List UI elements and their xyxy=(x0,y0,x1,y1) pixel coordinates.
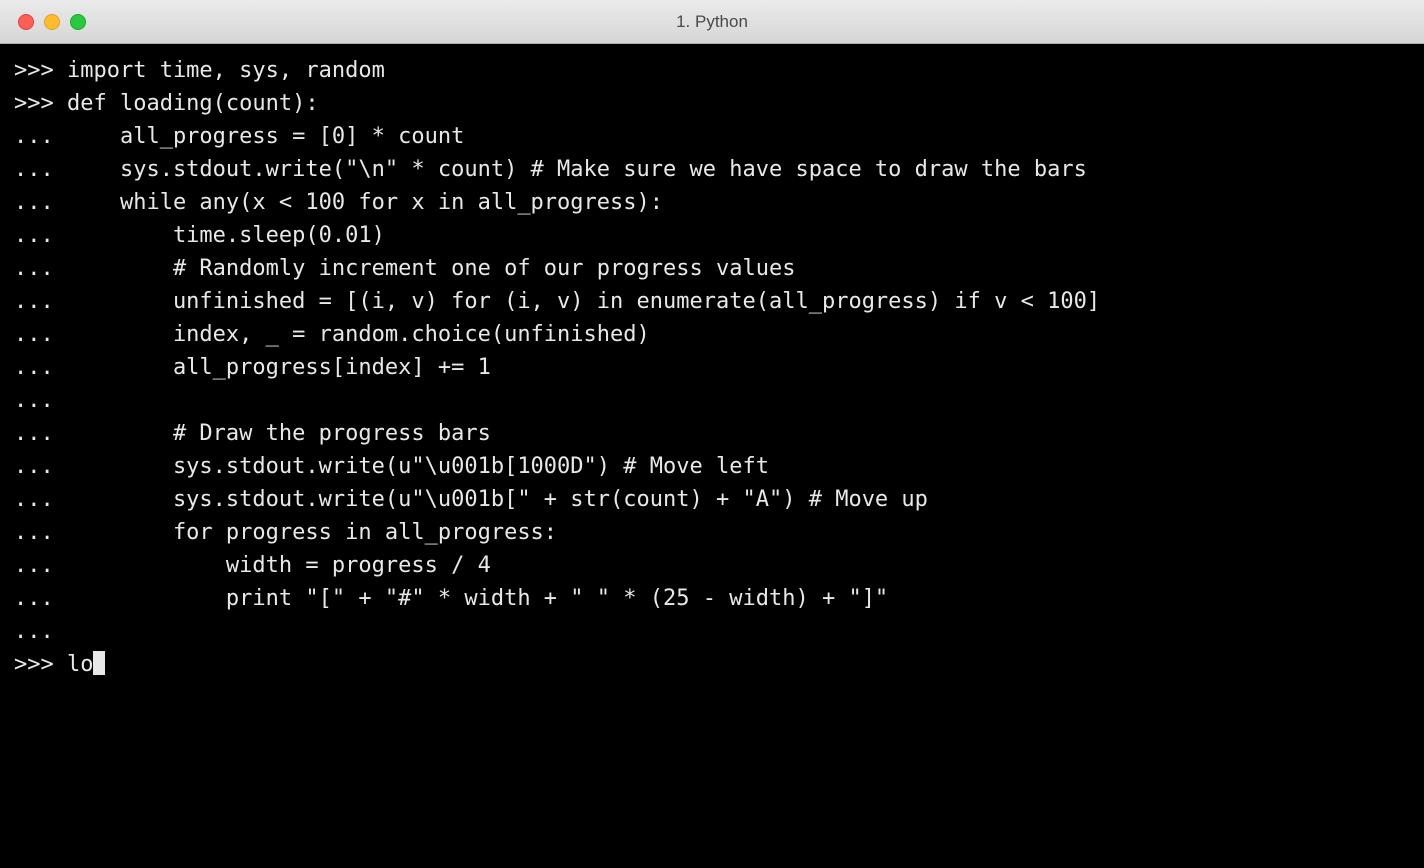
terminal-line: ... # Draw the progress bars xyxy=(14,417,1410,450)
terminal-line: ... # Randomly increment one of our prog… xyxy=(14,252,1410,285)
terminal-line: ... all_progress[index] += 1 xyxy=(14,351,1410,384)
traffic-lights xyxy=(0,14,86,30)
terminal-line: ... sys.stdout.write(u"\u001b[" + str(co… xyxy=(14,483,1410,516)
window-title: 1. Python xyxy=(676,12,748,32)
terminal-line: ... all_progress = [0] * count xyxy=(14,120,1410,153)
terminal-line: ... time.sleep(0.01) xyxy=(14,219,1410,252)
terminal-line: ... print "[" + "#" * width + " " * (25 … xyxy=(14,582,1410,615)
terminal-line: ... index, _ = random.choice(unfinished) xyxy=(14,318,1410,351)
terminal-line: ... while any(x < 100 for x in all_progr… xyxy=(14,186,1410,219)
terminal-line: ... sys.stdout.write("\n" * count) # Mak… xyxy=(14,153,1410,186)
close-button[interactable] xyxy=(18,14,34,30)
terminal-line: ... xyxy=(14,384,1410,417)
terminal-line: >>> def loading(count): xyxy=(14,87,1410,120)
terminal-line: ... unfinished = [(i, v) for (i, v) in e… xyxy=(14,285,1410,318)
window-titlebar: 1. Python xyxy=(0,0,1424,44)
maximize-button[interactable] xyxy=(70,14,86,30)
terminal-line: ... for progress in all_progress: xyxy=(14,516,1410,549)
cursor xyxy=(93,651,105,675)
terminal-line: ... sys.stdout.write(u"\u001b[1000D") # … xyxy=(14,450,1410,483)
minimize-button[interactable] xyxy=(44,14,60,30)
terminal-line: >>> import time, sys, random xyxy=(14,54,1410,87)
terminal-input-line[interactable]: >>> lo xyxy=(14,648,1410,681)
terminal-line: ... width = progress / 4 xyxy=(14,549,1410,582)
terminal-output[interactable]: >>> import time, sys, random>>> def load… xyxy=(0,44,1424,868)
terminal-line: ... xyxy=(14,615,1410,648)
